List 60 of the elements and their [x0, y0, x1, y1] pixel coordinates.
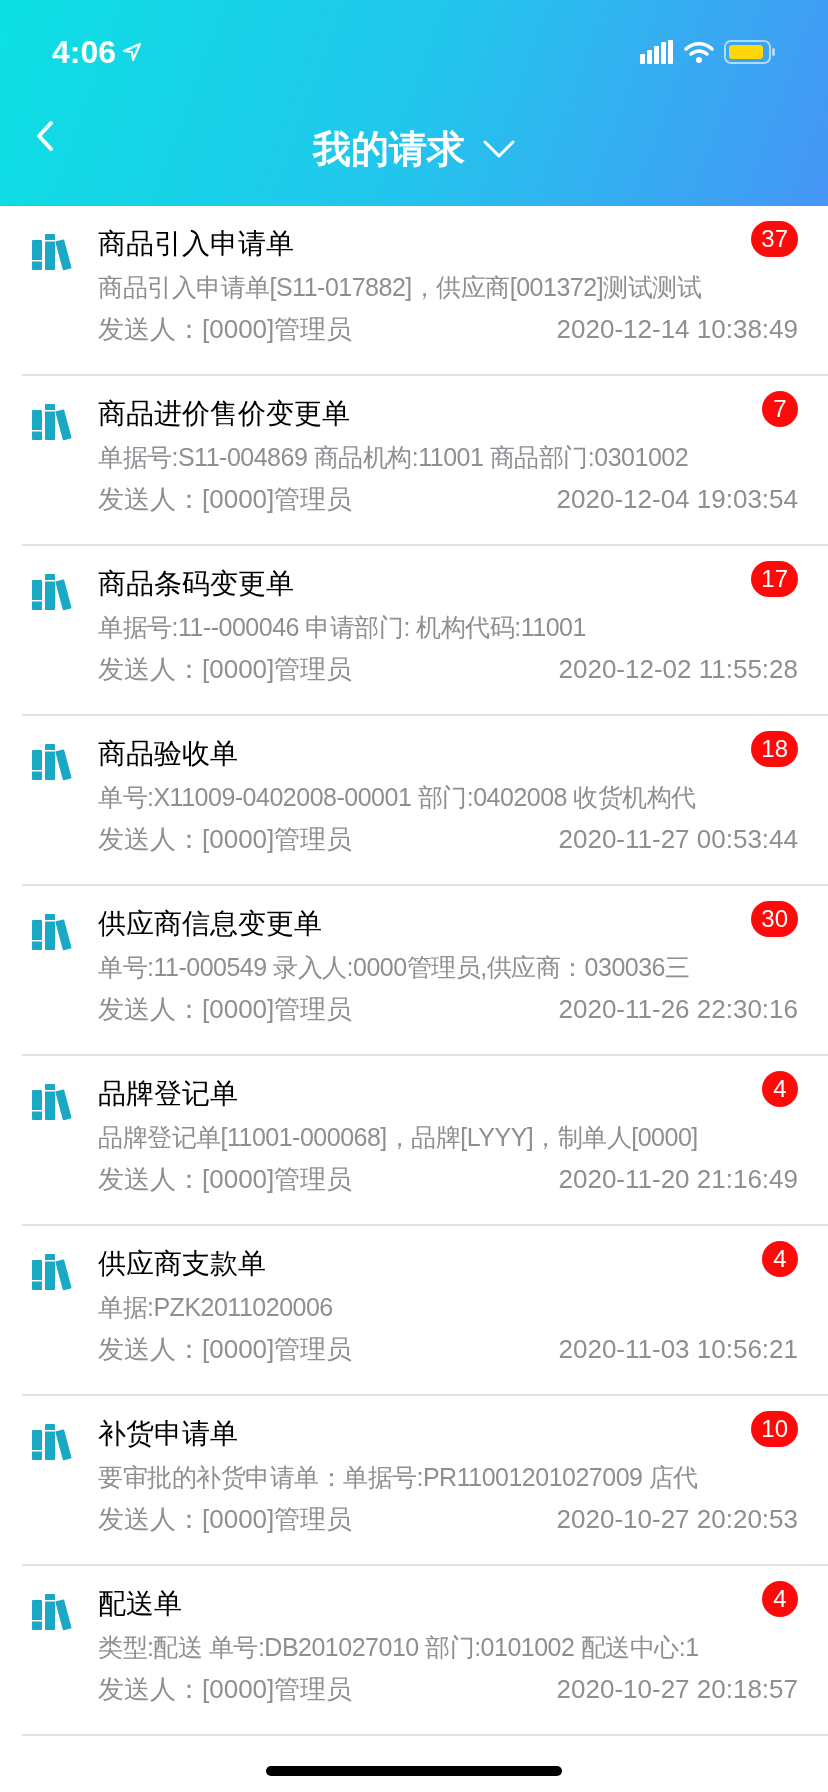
location-icon	[122, 42, 143, 62]
sender-text: 发送人：[0000]管理员	[98, 1503, 353, 1536]
wifi-icon	[684, 41, 714, 63]
item-title: 品牌登记单	[98, 1077, 238, 1111]
count-badge: 10	[751, 1411, 798, 1447]
count-badge: 4	[762, 1581, 798, 1617]
sender-text: 发送人：[0000]管理员	[98, 653, 353, 686]
request-item[interactable]: 供应商信息变更单 30 单号:11-000549 录入人:0000管理员,供应商：030036三 发送人：[0000]管理员 2020-11-26 22:30:16	[22, 886, 828, 1056]
signal-icon	[640, 40, 674, 64]
sender-text: 发送人：[0000]管理员	[98, 823, 353, 856]
request-item[interactable]: 商品条码变更单 17 单据号:11--000046 申请部门: 机构代码:11001 发送人：[0000]管理员 2020-12-02 11:55:28	[22, 546, 828, 716]
item-time: 2020-12-04 19:03:54	[556, 483, 798, 516]
sender-text: 发送人：[0000]管理员	[98, 313, 353, 346]
item-summary: 类型:配送 单号:DB201027010 部门:0101002 配送中心:1	[98, 1632, 700, 1663]
item-title: 商品条码变更单	[98, 567, 294, 601]
item-summary: 单据号:11--000046 申请部门: 机构代码:11001	[98, 612, 587, 643]
count-badge: 4	[762, 1241, 798, 1277]
request-item[interactable]: 商品引入申请单 37 商品引入申请单[S11-017882]，供应商[001372]测试测试 发送人：[0000]管理员 2020-12-14 10:38:49	[22, 206, 828, 376]
item-title: 供应商支款单	[98, 1247, 266, 1281]
status-time: 4:06	[52, 33, 117, 72]
count-badge: 4	[762, 1071, 798, 1107]
item-title: 商品引入申请单	[98, 227, 294, 261]
sender-text: 发送人：[0000]管理员	[98, 483, 353, 516]
item-title: 补货申请单	[98, 1417, 238, 1451]
item-time: 2020-11-03 10:56:21	[558, 1333, 798, 1366]
sender-text: 发送人：[0000]管理员	[98, 1333, 353, 1366]
item-title: 配送单	[98, 1587, 182, 1621]
request-item[interactable]: 供应商支款单 4 单据:PZK2011020006 发送人：[0000]管理员 2020-11-03 10:56:21	[22, 1226, 828, 1396]
item-time: 2020-10-27 20:18:57	[556, 1673, 798, 1706]
item-summary: 单号:11-000549 录入人:0000管理员,供应商：030036三	[98, 952, 691, 983]
item-time: 2020-10-27 20:20:53	[556, 1503, 798, 1536]
count-badge: 17	[751, 561, 798, 597]
item-summary: 要审批的补货申请单：单据号:PR11001201027009 店代	[98, 1462, 699, 1493]
count-badge: 7	[762, 391, 798, 427]
item-summary: 品牌登记单[11001-000068]，品牌[LYYY]，制单人[0000]	[98, 1122, 699, 1153]
item-time: 2020-11-26 22:30:16	[558, 993, 798, 1026]
request-item[interactable]: 配送单 4 类型:配送 单号:DB201027010 部门:0101002 配送中心:1 发送人：[0000]管理员 2020-10-27 20:18:57	[22, 1566, 828, 1736]
battery-icon	[724, 40, 776, 64]
sender-text: 发送人：[0000]管理员	[98, 1673, 353, 1706]
item-title: 供应商信息变更单	[98, 907, 322, 941]
item-summary: 单据:PZK2011020006	[98, 1292, 334, 1323]
sender-text: 发送人：[0000]管理员	[98, 1163, 353, 1196]
item-summary: 单号:X11009-0402008-00001 部门:0402008 收货机构代	[98, 782, 697, 813]
item-time: 2020-12-14 10:38:49	[556, 313, 798, 346]
item-summary: 商品引入申请单[S11-017882]，供应商[001372]测试测试	[98, 272, 703, 303]
item-summary: 单据号:S11-004869 商品机构:11001 商品部门:0301002	[98, 442, 690, 473]
item-time: 2020-11-27 00:53:44	[558, 823, 798, 856]
request-item[interactable]: 补货申请单 10 要审批的补货申请单：单据号:PR11001201027009 店代 发送人：[0000]管理员 2020-10-27 20:20:53	[22, 1396, 828, 1566]
request-item[interactable]: 商品进价售价变更单 7 单据号:S11-004869 商品机构:11001 商品部门:0301002 发送人：[0000]管理员 2020-12-04 19:03:54	[22, 376, 828, 546]
item-title: 商品验收单	[98, 737, 238, 771]
count-badge: 37	[751, 221, 798, 257]
item-time: 2020-11-20 21:16:49	[558, 1163, 798, 1196]
request-item[interactable]: 品牌登记单 4 品牌登记单[11001-000068]，品牌[LYYY]，制单人[0000] 发送人：[0000]管理员 2020-11-20 21:16:49	[22, 1056, 828, 1226]
item-time: 2020-12-02 11:55:28	[558, 653, 798, 686]
request-item[interactable]: 商品验收单 18 单号:X11009-0402008-00001 部门:0402008 收货机构代 发送人：[0000]管理员 2020-11-27 00:53:44	[22, 716, 828, 886]
sender-text: 发送人：[0000]管理员	[98, 993, 353, 1026]
count-badge: 30	[751, 901, 798, 937]
item-title: 商品进价售价变更单	[98, 397, 350, 431]
chevron-down-icon	[483, 140, 515, 158]
count-badge: 18	[751, 731, 798, 767]
